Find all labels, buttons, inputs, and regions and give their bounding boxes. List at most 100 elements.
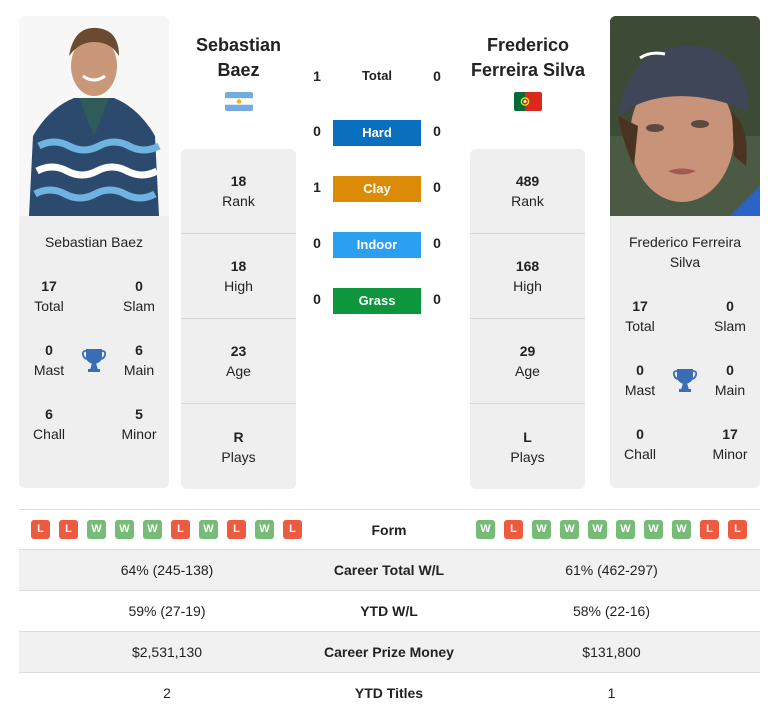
player2-value: 61% (462-297) — [565, 562, 658, 578]
player1-photo[interactable] — [19, 16, 169, 216]
player2-photo[interactable] — [610, 16, 760, 216]
player1-first-name: Sebastian — [195, 35, 282, 55]
surface-clay-badge[interactable]: Clay — [333, 176, 421, 202]
value: 168 — [515, 258, 540, 274]
player2-stat-age: 29 Age — [470, 319, 585, 404]
form-loss-badge[interactable]: L — [283, 520, 302, 539]
h2h-total-label: Total — [361, 68, 393, 83]
value: 23 — [230, 343, 247, 359]
h2h-p2-value: 0 — [433, 291, 441, 307]
player1-value: $2,531,130 — [131, 644, 203, 660]
form-win-badge[interactable]: W — [532, 520, 551, 539]
form-win-badge[interactable]: W — [616, 520, 635, 539]
row-label: YTD W/L — [360, 603, 418, 619]
comparison-row-ytd-titles: 2 YTD Titles 1 — [19, 672, 760, 713]
row-label: Career Total W/L — [333, 562, 445, 578]
player2-last-name: Ferreira Silva — [470, 60, 586, 80]
h2h-p2-value: 0 — [433, 123, 441, 139]
form-win-badge[interactable]: W — [476, 520, 495, 539]
label: High — [224, 278, 253, 294]
surface-hard-badge[interactable]: Hard — [333, 120, 421, 146]
form-win-badge[interactable]: W — [115, 520, 134, 539]
value: 0 — [135, 278, 143, 294]
label: Mast — [624, 382, 656, 398]
form-loss-badge[interactable]: L — [504, 520, 523, 539]
name-line: Frederico Ferreira — [628, 234, 742, 250]
label: Rank — [222, 193, 255, 209]
h2h-p1-value: 0 — [313, 123, 321, 139]
player2-titles-card: Frederico Ferreira Silva 17 Total 0 Slam… — [610, 216, 760, 488]
form-win-badge[interactable]: W — [143, 520, 162, 539]
form-row: LLWWWLWLWL Form WLWWWWWWLL — [19, 509, 760, 549]
label: Plays — [510, 448, 545, 465]
h2h-grass-row: 0 Grass 0 — [300, 288, 460, 314]
label: Main — [714, 382, 746, 398]
player1-name-heading[interactable]: Sebastian Baez — [181, 33, 296, 83]
player1-value: 59% (27-19) — [128, 603, 206, 619]
value: L — [523, 428, 532, 445]
label: Main — [123, 362, 155, 378]
label: Total — [34, 298, 64, 314]
value: 0 — [726, 362, 734, 378]
label: Slam — [714, 318, 746, 334]
player2-titles-mast: 0 Mast — [610, 360, 670, 400]
player2-titles-minor: 17 Minor — [700, 424, 760, 464]
label: Age — [226, 363, 251, 379]
label: Chall — [33, 426, 65, 442]
player1-card-name[interactable]: Sebastian Baez — [19, 232, 169, 252]
player1-titles-mast: 0 Mast — [19, 340, 79, 380]
h2h-clay-row: 1 Clay 0 — [300, 176, 460, 202]
h2h-indoor-row: 0 Indoor 0 — [300, 232, 460, 258]
trophy-icon — [81, 347, 107, 373]
row-label: YTD Titles — [354, 685, 424, 701]
value: 5 — [135, 406, 143, 422]
player2-titles-main: 0 Main — [700, 360, 760, 400]
value: 6 — [135, 342, 143, 358]
form-win-badge[interactable]: W — [644, 520, 663, 539]
form-win-badge[interactable]: W — [87, 520, 106, 539]
player2-stat-rank: 489 Rank — [470, 149, 585, 234]
value: 0 — [726, 298, 734, 314]
player2-stat-high: 168 High — [470, 234, 585, 319]
form-loss-badge[interactable]: L — [31, 520, 50, 539]
label: High — [513, 278, 542, 294]
player2-card-name[interactable]: Frederico Ferreira Silva — [610, 232, 760, 272]
label: Total — [625, 318, 655, 334]
form-win-badge[interactable]: W — [672, 520, 691, 539]
player1-stat-plays: R Plays — [181, 404, 296, 489]
player2-stat-plays: L Plays — [470, 404, 585, 489]
player2-titles-total: 17 Total — [610, 296, 670, 336]
player1-last-name: Baez — [217, 60, 260, 80]
comparison-row-ytd-wl: 59% (27-19) YTD W/L 58% (22-16) — [19, 590, 760, 631]
argentina-flag-icon — [225, 92, 253, 111]
label: Rank — [511, 193, 544, 209]
label: Minor — [712, 446, 748, 462]
value: 17 — [722, 426, 738, 442]
portugal-flag-icon — [514, 92, 542, 111]
player1-stat-rank: 18 Rank — [181, 149, 296, 234]
player2-name-heading[interactable]: Frederico Ferreira Silva — [464, 33, 592, 83]
h2h-p1-value: 0 — [313, 291, 321, 307]
form-loss-badge[interactable]: L — [700, 520, 719, 539]
form-loss-badge[interactable]: L — [728, 520, 747, 539]
h2h-p1-value: 1 — [313, 179, 321, 195]
player2-titles-chall: 0 Chall — [610, 424, 670, 464]
form-loss-badge[interactable]: L — [171, 520, 190, 539]
h2h-hard-row: 0 Hard 0 — [300, 120, 460, 146]
form-win-badge[interactable]: W — [199, 520, 218, 539]
comparison-row-prize-money: $2,531,130 Career Prize Money $131,800 — [19, 631, 760, 672]
form-win-badge[interactable]: W — [588, 520, 607, 539]
form-win-badge[interactable]: W — [560, 520, 579, 539]
player1-titles-slam: 0 Slam — [109, 276, 169, 316]
row-label: Career Prize Money — [324, 644, 454, 660]
form-loss-badge[interactable]: L — [227, 520, 246, 539]
form-loss-badge[interactable]: L — [59, 520, 78, 539]
h2h-p2-value: 0 — [433, 179, 441, 195]
surface-indoor-badge[interactable]: Indoor — [333, 232, 421, 258]
form-win-badge[interactable]: W — [255, 520, 274, 539]
player1-titles-card: Sebastian Baez 17 Total 0 Slam 0 Mast 6 … — [19, 216, 169, 488]
player1-titles-total: 17 Total — [19, 276, 79, 316]
comparison-row-career-wl: 64% (245-138) Career Total W/L 61% (462-… — [19, 549, 760, 590]
surface-grass-badge[interactable]: Grass — [333, 288, 421, 314]
value: R — [233, 428, 244, 445]
